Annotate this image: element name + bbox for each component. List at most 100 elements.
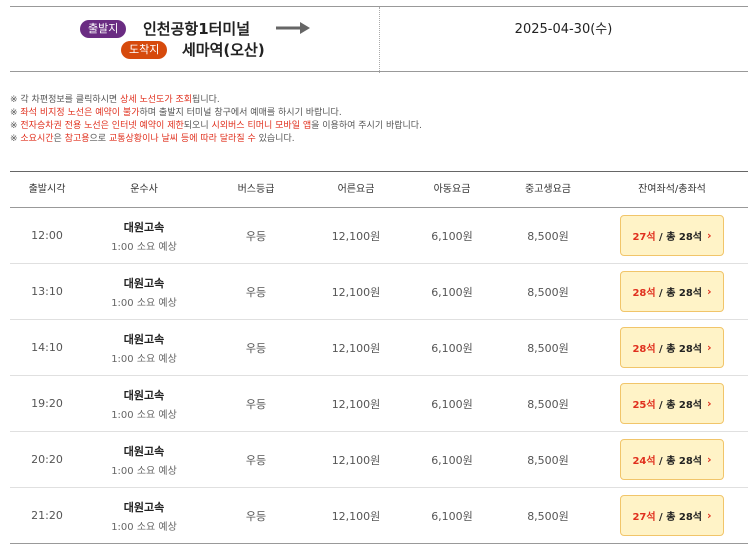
company-cell: 대원고속 1:00 소요 예상	[84, 376, 204, 431]
chevron-right-icon: ›	[707, 509, 712, 522]
adult-fare: 12,100원	[331, 453, 381, 467]
table-header: 출발시각 운수사 버스등급 어른요금 아동요금 중고생요금 잔여좌석/총좌석	[10, 171, 748, 208]
total-seats: / 총 28석	[655, 512, 702, 523]
remaining-seats: 28석	[632, 288, 656, 299]
arrival-badge: 도착지	[121, 41, 168, 59]
remaining-seats: 24석	[632, 456, 656, 467]
notice-highlight: 전자승차권 전용 노선은 인터넷 예약이 제한	[20, 121, 184, 131]
estimated-duration: 1:00 소요 예상	[111, 521, 177, 533]
seat-cell: 28석 / 총 28석 ›	[596, 320, 748, 375]
header-child-fare: 아동요금	[433, 184, 471, 195]
total-seats: / 총 28석	[655, 344, 702, 355]
remaining-seats: 27석	[632, 512, 656, 523]
teen-fare: 8,500원	[527, 453, 569, 467]
table-row[interactable]: 21:20 대원고속 1:00 소요 예상 우등 12,100원 6,100원 8,500원…	[10, 488, 748, 544]
select-seat-button[interactable]: 27석 / 총 28석 ›	[620, 495, 724, 536]
select-seat-button[interactable]: 28석 / 총 28석 ›	[620, 271, 724, 312]
notice-text: ※	[10, 134, 21, 144]
departure-badge: 출발지	[80, 20, 127, 38]
company-cell: 대원고속 1:00 소요 예상	[84, 432, 204, 487]
teen-fare: 8,500원	[527, 397, 569, 411]
notice-line: ※ 각 차편정보를 클릭하시면 상세 노선도가 조회됩니다.	[10, 94, 748, 107]
notice-line: ※ 전자승차권 전용 노선은 인터넷 예약이 제한되오니 시외버스 티머니 모바…	[10, 120, 748, 133]
departure-time: 21:20	[31, 509, 63, 522]
route-endpoints: 출발지 인천공항1터미널 도착지 세마역(오산)	[10, 7, 379, 73]
seat-cell: 25석 / 총 28석 ›	[596, 376, 748, 431]
select-seat-button[interactable]: 25석 / 총 28석 ›	[620, 383, 724, 424]
table-row[interactable]: 19:20 대원고속 1:00 소요 예상 우등 12,100원 6,100원 8,500원…	[10, 376, 748, 432]
table-body: 12:00 대원고속 1:00 소요 예상 우등 12,100원 6,100원 8,500원…	[10, 208, 748, 544]
teen-fare: 8,500원	[527, 509, 569, 523]
departure-time: 12:00	[31, 229, 63, 242]
company-name: 대원고속	[123, 276, 165, 290]
adult-fare: 12,100원	[331, 397, 381, 411]
seat-cell: 27석 / 총 28석 ›	[596, 488, 748, 543]
chevron-right-icon: ›	[707, 285, 712, 298]
bus-grade: 우등	[245, 509, 267, 523]
child-fare: 6,100원	[431, 397, 473, 411]
child-fare: 6,100원	[431, 453, 473, 467]
company-name: 대원고속	[123, 444, 165, 458]
notice-highlight: 참고용	[64, 134, 90, 144]
teen-fare: 8,500원	[527, 229, 569, 243]
table-row[interactable]: 12:00 대원고속 1:00 소요 예상 우등 12,100원 6,100원 8,500원…	[10, 208, 748, 264]
notice-highlight: 상세 노선도가 조회	[120, 95, 193, 105]
departure-date: 2025-04-30(수)	[514, 22, 613, 37]
select-seat-button[interactable]: 28석 / 총 28석 ›	[620, 327, 724, 368]
departure-time: 14:10	[31, 341, 63, 354]
remaining-seats: 25석	[632, 400, 656, 411]
chevron-right-icon: ›	[707, 453, 712, 466]
notice-text: ※	[10, 121, 21, 131]
estimated-duration: 1:00 소요 예상	[111, 465, 177, 477]
estimated-duration: 1:00 소요 예상	[111, 353, 177, 365]
departure-time: 19:20	[31, 397, 63, 410]
arrival-terminal: 세마역(오산)	[182, 41, 265, 59]
notice-line: ※ 좌석 비지정 노선은 예약이 불가하며 출발지 터미널 창구에서 예매를 하…	[10, 107, 748, 120]
notice-line: ※ 소요시간은 참고용으로 교통상황이나 날씨 등에 따라 달라질 수 있습니다…	[10, 133, 748, 146]
notice-highlight: 시외버스 티머니 모바일 앱	[211, 121, 312, 131]
total-seats: / 총 28석	[655, 400, 702, 411]
company-cell: 대원고속 1:00 소요 예상	[84, 320, 204, 375]
total-seats: / 총 28석	[655, 232, 702, 243]
adult-fare: 12,100원	[331, 341, 381, 355]
notice-text: 있습니다.	[255, 134, 295, 144]
company-name: 대원고속	[123, 332, 165, 346]
bus-grade: 우등	[245, 397, 267, 411]
route-summary: 출발지 인천공항1터미널 도착지 세마역(오산) 2025-04-30(수)	[10, 6, 748, 73]
bus-grade: 우등	[245, 285, 267, 299]
estimated-duration: 1:00 소요 예상	[111, 241, 177, 253]
notice-highlight: 교통상황이나 날씨 등에 따라 달라질 수	[108, 134, 256, 144]
table-row[interactable]: 20:20 대원고속 1:00 소요 예상 우등 12,100원 6,100원 8,500원…	[10, 432, 748, 488]
child-fare: 6,100원	[431, 285, 473, 299]
select-seat-button[interactable]: 24석 / 총 28석 ›	[620, 439, 724, 480]
notice-text: 하며 출발지 터미널 창구에서 예매를 하시기 바랍니다.	[139, 108, 342, 118]
header-seats: 잔여좌석/총좌석	[638, 184, 706, 195]
header-adult-fare: 어른요금	[337, 184, 375, 195]
notice-text: ※ 각 차편정보를 클릭하시면	[10, 95, 121, 105]
company-name: 대원고속	[123, 500, 165, 514]
header-departure-time: 출발시각	[28, 184, 66, 195]
chevron-right-icon: ›	[707, 229, 712, 242]
child-fare: 6,100원	[431, 229, 473, 243]
adult-fare: 12,100원	[331, 285, 381, 299]
estimated-duration: 1:00 소요 예상	[111, 409, 177, 421]
table-row[interactable]: 14:10 대원고속 1:00 소요 예상 우등 12,100원 6,100원 8,500원…	[10, 320, 748, 376]
route-divider	[379, 7, 380, 73]
child-fare: 6,100원	[431, 509, 473, 523]
departure-time: 13:10	[31, 285, 63, 298]
company-name: 대원고속	[123, 388, 165, 402]
estimated-duration: 1:00 소요 예상	[111, 297, 177, 309]
notice-text: 은	[53, 134, 65, 144]
company-name: 대원고속	[123, 220, 165, 234]
seat-cell: 24석 / 총 28석 ›	[596, 432, 748, 487]
seat-cell: 28석 / 총 28석 ›	[596, 264, 748, 319]
table-row[interactable]: 13:10 대원고속 1:00 소요 예상 우등 12,100원 6,100원 8,500원…	[10, 264, 748, 320]
departure-time: 20:20	[31, 453, 63, 466]
notice-text: 으로	[89, 134, 109, 144]
chevron-right-icon: ›	[707, 397, 712, 410]
select-seat-button[interactable]: 27석 / 총 28석 ›	[620, 215, 724, 256]
total-seats: / 총 28석	[655, 288, 702, 299]
company-cell: 대원고속 1:00 소요 예상	[84, 208, 204, 263]
notice-text: 을 이용하여 주시기 바랍니다.	[311, 121, 422, 131]
company-cell: 대원고속 1:00 소요 예상	[84, 488, 204, 543]
